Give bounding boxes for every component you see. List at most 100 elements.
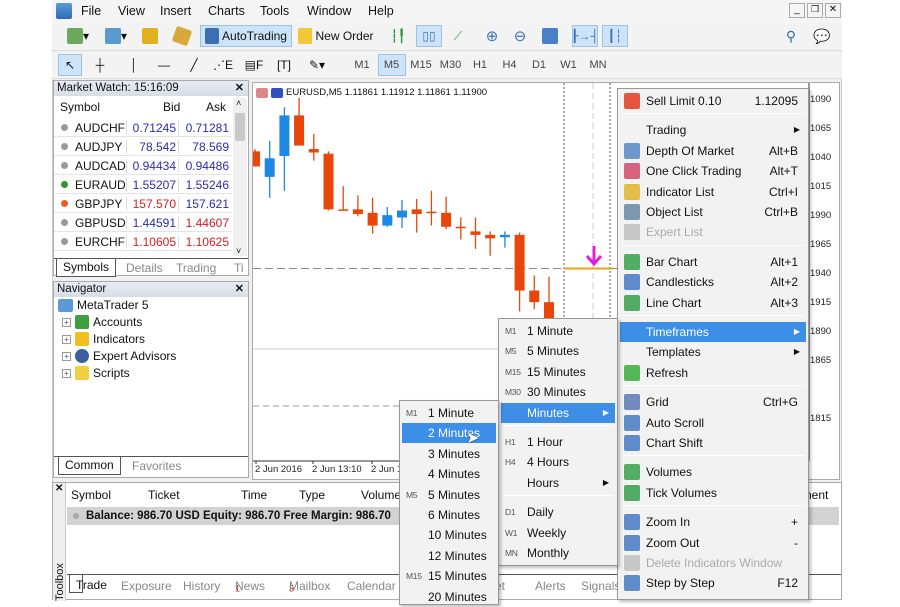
autotrading-button[interactable]: AutoTrading bbox=[200, 25, 292, 47]
menu-item-zoom-in[interactable]: Zoom In + bbox=[620, 512, 806, 532]
column-type[interactable]: Type bbox=[299, 488, 325, 502]
menu-item-refresh[interactable]: Refresh bbox=[620, 363, 806, 383]
column-time[interactable]: Time bbox=[241, 488, 267, 502]
metaeditor-button[interactable] bbox=[170, 25, 194, 47]
menu-item-bar-chart[interactable]: Bar Chart Alt+1 bbox=[620, 252, 806, 272]
menu-item-10-minutes[interactable]: 10 Minutes bbox=[402, 525, 496, 545]
timeframe-h4[interactable]: H4 bbox=[496, 54, 524, 76]
candlesticks-button[interactable]: ▯▯ bbox=[416, 25, 442, 47]
menu-item-1-minute[interactable]: M1 1 Minute bbox=[402, 403, 496, 423]
menu-item-volumes[interactable]: Volumes bbox=[620, 462, 806, 482]
menu-item-hours[interactable]: Hours ▶ bbox=[501, 473, 615, 493]
nav-accounts[interactable]: + Accounts bbox=[62, 315, 142, 329]
menu-item-6-minutes[interactable]: 6 Minutes bbox=[402, 505, 496, 525]
menu-item-tick-volumes[interactable]: Tick Volumes bbox=[620, 483, 806, 503]
menu-item-grid[interactable]: Grid Ctrl+G bbox=[620, 392, 806, 412]
market-watch-row[interactable]: EURAUD 1.55207 1.55246 bbox=[54, 175, 232, 194]
menu-item-chart-shift[interactable]: Chart Shift bbox=[620, 433, 806, 453]
scrollbar[interactable]: ˄ ˅ bbox=[233, 98, 247, 256]
column-ask[interactable]: Ask bbox=[206, 100, 226, 114]
menu-item-1-minute[interactable]: M1 1 Minute bbox=[501, 321, 615, 341]
menu-file[interactable]: File bbox=[81, 4, 101, 18]
menu-item-20-minutes[interactable]: 20 Minutes bbox=[402, 587, 496, 607]
menu-charts[interactable]: Charts bbox=[208, 4, 245, 18]
chat-button[interactable]: 💬 bbox=[810, 25, 834, 47]
menu-item-depth-of-market[interactable]: Depth Of Market Alt+B bbox=[620, 141, 806, 161]
menu-item-1-hour[interactable]: H1 1 Hour bbox=[501, 432, 615, 452]
tab-common[interactable]: Common bbox=[58, 457, 121, 475]
new-chart-button[interactable]: ▾ bbox=[60, 25, 96, 47]
column-symbol[interactable]: Symbol bbox=[71, 488, 111, 502]
menu-item-expert-list[interactable]: Expert List bbox=[620, 222, 806, 242]
zoom-in-button[interactable]: ⊕ bbox=[480, 25, 504, 47]
bar-chart-button[interactable]: ┆╿ bbox=[386, 25, 410, 47]
menu-tools[interactable]: Tools bbox=[260, 4, 289, 18]
expand-icon[interactable]: + bbox=[62, 351, 71, 361]
nav-scripts[interactable]: + Scripts bbox=[62, 366, 130, 380]
cursor-tool[interactable]: ↖ bbox=[58, 54, 82, 76]
tab-trading[interactable]: Trading bbox=[176, 261, 216, 275]
menu-view[interactable]: View bbox=[118, 4, 145, 18]
expand-icon[interactable]: + bbox=[62, 368, 71, 378]
menu-window[interactable]: Window bbox=[307, 4, 351, 18]
tab-symbols[interactable]: Symbols bbox=[56, 259, 117, 277]
tab-trade[interactable]: Trade bbox=[69, 575, 107, 593]
menu-item-candlesticks[interactable]: Candlesticks Alt+2 bbox=[620, 272, 806, 292]
menu-item-templates[interactable]: Templates ▶ bbox=[620, 342, 806, 362]
market-watch-row[interactable]: GBPUSD 1.44591 1.44607 bbox=[54, 213, 232, 232]
restore-button[interactable]: ❐ bbox=[807, 3, 823, 18]
vertical-line-tool[interactable]: │ bbox=[124, 54, 144, 76]
menu-item-5-minutes[interactable]: M5 5 Minutes bbox=[501, 341, 615, 361]
timeframe-mn[interactable]: MN bbox=[584, 54, 612, 76]
menu-item-trading[interactable]: Trading ▶ bbox=[620, 120, 806, 140]
timeframe-m30[interactable]: M30 bbox=[437, 54, 465, 76]
market-watch-row[interactable]: EURCHF 1.10605 1.10625 bbox=[54, 232, 232, 251]
tab-mailbox[interactable]: Mailbox 3 bbox=[289, 577, 330, 593]
market-watch-button[interactable] bbox=[138, 25, 162, 47]
close-icon[interactable]: ✕ bbox=[235, 81, 244, 96]
scroll-thumb[interactable] bbox=[235, 113, 245, 141]
menu-item-zoom-out[interactable]: Zoom Out - bbox=[620, 533, 806, 553]
timeframe-m5[interactable]: M5 bbox=[377, 54, 406, 76]
minimize-button[interactable]: _ bbox=[789, 3, 805, 18]
menu-item-delete-indicators-window[interactable]: Delete Indicators Window bbox=[620, 553, 806, 573]
menu-item-15-minutes[interactable]: M15 15 Minutes bbox=[501, 362, 615, 382]
timeframe-m1[interactable]: M1 bbox=[348, 54, 376, 76]
close-icon[interactable]: ✕ bbox=[235, 282, 244, 297]
menu-item-daily[interactable]: D1 Daily bbox=[501, 502, 615, 522]
menu-item-one-click-trading[interactable]: One Click Trading Alt+T bbox=[620, 161, 806, 181]
market-watch-row[interactable]: AUDCAD 0.94434 0.94486 bbox=[54, 156, 232, 175]
timeframe-m15[interactable]: M15 bbox=[407, 54, 435, 76]
market-watch-row[interactable]: AUDJPY 78.542 78.569 bbox=[54, 137, 232, 156]
scroll-up-icon[interactable]: ˄ bbox=[236, 98, 241, 108]
menu-item-weekly[interactable]: W1 Weekly bbox=[501, 523, 615, 543]
expand-icon[interactable]: + bbox=[62, 334, 71, 344]
elliott-tool[interactable]: ⋰E bbox=[210, 54, 236, 76]
menu-item-monthly[interactable]: MN Monthly bbox=[501, 543, 615, 563]
menu-item-step-by-step[interactable]: Step by Step F12 bbox=[620, 573, 806, 593]
menu-item-4-hours[interactable]: H4 4 Hours bbox=[501, 452, 615, 472]
column-bid[interactable]: Bid bbox=[163, 100, 180, 114]
nav-indicators[interactable]: + Indicators bbox=[62, 332, 145, 346]
tab-details[interactable]: Details bbox=[126, 261, 163, 275]
menu-item-sell-limit-0-10[interactable]: Sell Limit 0.10 1.12095 bbox=[620, 91, 806, 111]
market-watch-row[interactable]: AUDCHF 0.71245 0.71281 bbox=[54, 118, 232, 137]
menu-item-object-list[interactable]: Object List Ctrl+B bbox=[620, 202, 806, 222]
column-ticket[interactable]: Ticket bbox=[148, 488, 180, 502]
menu-item-30-minutes[interactable]: M30 30 Minutes bbox=[501, 382, 615, 402]
menu-help[interactable]: Help bbox=[368, 4, 394, 18]
menu-item-line-chart[interactable]: Line Chart Alt+3 bbox=[620, 293, 806, 313]
text-tool[interactable]: [T] bbox=[272, 54, 296, 76]
line-chart-button[interactable]: ⟋ bbox=[446, 25, 470, 47]
column-volume[interactable]: Volume bbox=[361, 488, 401, 502]
tile-windows-button[interactable] bbox=[538, 25, 562, 47]
close-icon[interactable]: ✕ bbox=[55, 483, 63, 494]
menu-item-2-minutes[interactable]: 2 Minutes bbox=[402, 423, 496, 444]
column-symbol[interactable]: Symbol bbox=[60, 100, 100, 114]
tab-news[interactable]: News 1 bbox=[235, 577, 265, 593]
menu-item-12-minutes[interactable]: 12 Minutes bbox=[402, 546, 496, 566]
menu-item-4-minutes[interactable]: 4 Minutes bbox=[402, 464, 496, 484]
menu-item-15-minutes[interactable]: M15 15 Minutes bbox=[402, 566, 496, 586]
menu-item-minutes[interactable]: Minutes ▶ bbox=[501, 402, 615, 423]
nav-root[interactable]: MetaTrader 5 bbox=[58, 298, 149, 312]
